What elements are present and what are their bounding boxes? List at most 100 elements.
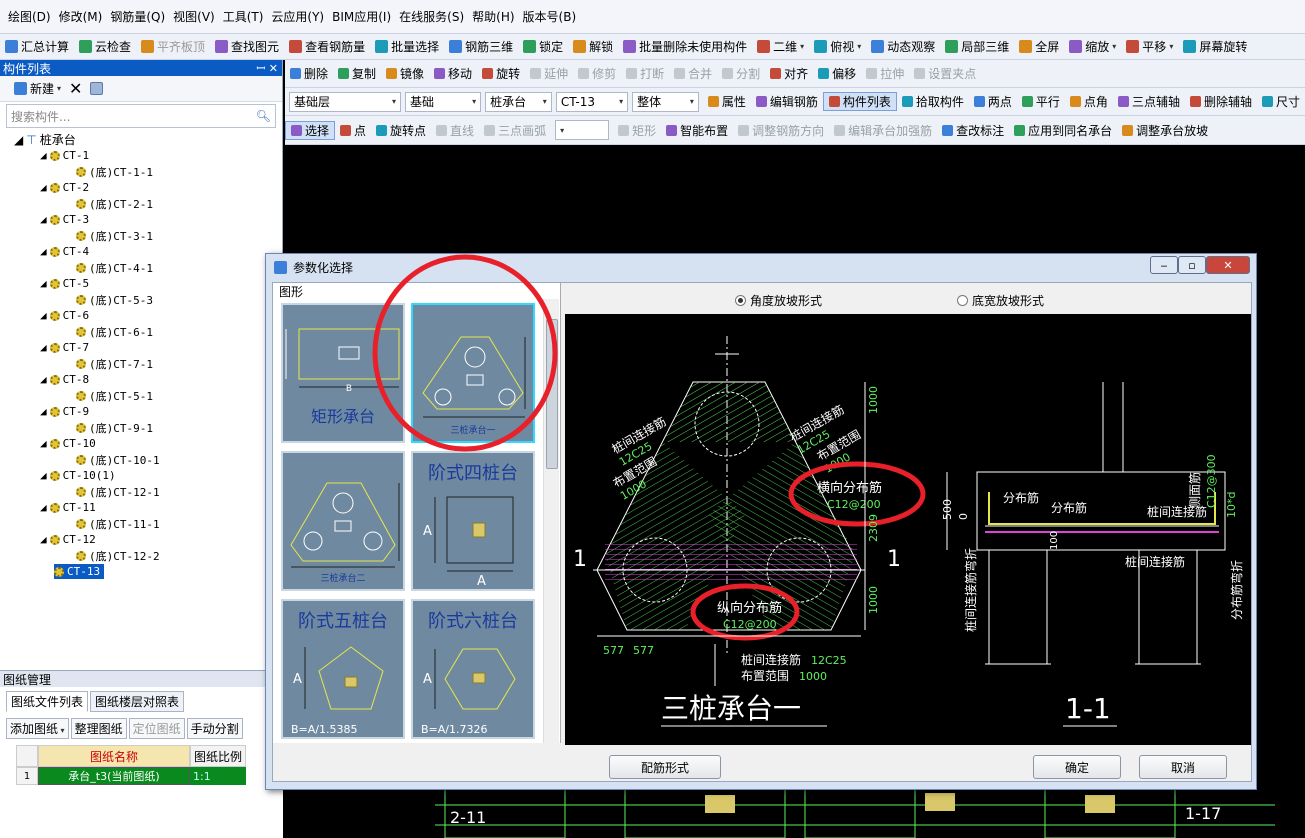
draw-button-7[interactable]: 调整钢筋方向 [733, 122, 829, 139]
toolbar-button-7[interactable]: 锁定 [518, 38, 568, 55]
edit-button-12[interactable]: 拉伸 [861, 65, 909, 82]
collapse-icon[interactable]: ◢ [40, 341, 47, 354]
toolbar-button-10[interactable]: 二维 ▾ [752, 38, 809, 55]
tree-child[interactable]: (底)CT-12-2 [76, 548, 160, 563]
menu-item-1[interactable]: 修改(M) [55, 8, 107, 25]
draw-button-10[interactable]: 应用到同名承台 [1009, 122, 1117, 139]
draw-button-1[interactable]: 点 [335, 122, 371, 139]
selector-button-6[interactable]: 点角 [1065, 92, 1113, 111]
edit-button-4[interactable]: 旋转 [477, 65, 525, 82]
close-button[interactable]: ✕ [1206, 256, 1250, 274]
toolbar-button-11[interactable]: 俯视 ▾ [809, 38, 866, 55]
selector-button-2[interactable]: 构件列表 [822, 92, 897, 111]
tree-item[interactable]: ◢ CT-7 [40, 340, 89, 355]
toolbar-button-6[interactable]: 钢筋三维 [444, 38, 518, 55]
drawing-button-1[interactable]: 整理图纸 [70, 718, 127, 739]
collapse-icon[interactable]: ◢ [40, 469, 47, 482]
tree-child[interactable]: (底)CT-3-1 [76, 228, 153, 243]
toolbar-button-13[interactable]: 局部三维 [940, 38, 1014, 55]
draw-button-6[interactable]: 智能布置 [661, 122, 733, 139]
pin-icon[interactable]: ꟷ ✕ [256, 61, 282, 76]
tile-stepped-five-pile[interactable]: 阶式五桩台 A B=A/1.5385 [281, 599, 405, 739]
ok-button[interactable]: 确定 [1033, 755, 1121, 779]
toolbar-button-5[interactable]: 批量选择 [370, 38, 444, 55]
radio-angle-slope[interactable]: 角度放坡形式 [735, 292, 822, 309]
collapse-icon[interactable]: ◢ [40, 309, 47, 322]
drawing-button-2[interactable]: 定位图纸 [128, 718, 185, 739]
drawing-button-3[interactable]: 手动分割 [186, 718, 243, 739]
tree-item[interactable]: ◢ CT-5 [40, 276, 89, 291]
edit-button-7[interactable]: 打断 [621, 65, 669, 82]
collapse-icon[interactable]: ◢ [40, 533, 47, 546]
collapse-icon[interactable]: ◢ [40, 405, 47, 418]
tree-item[interactable]: ◢ CT-9 [40, 404, 89, 419]
collapse-icon[interactable]: ◢ [40, 373, 47, 386]
tab-drawing-files[interactable]: 图纸文件列表 [6, 691, 89, 712]
search-icon[interactable]: 🔍︎ [256, 109, 271, 123]
draw-button-0[interactable]: 选择 [285, 120, 336, 140]
toolbar-button-4[interactable]: 查看钢筋量 [284, 38, 370, 55]
draw-button-9[interactable]: 查改标注 [937, 122, 1009, 139]
draw-button-2[interactable]: 旋转点 [371, 122, 431, 139]
rebar-form-button[interactable]: 配筋形式 [609, 755, 721, 779]
radio-width-slope[interactable]: 底宽放坡形式 [957, 292, 1044, 309]
tile-stepped-six-pile[interactable]: 阶式六桩台 A B=A/1.7326 [411, 599, 535, 739]
collapse-icon[interactable]: ◢ [40, 245, 47, 258]
menu-item-9[interactable]: 版本号(B) [519, 8, 581, 25]
menu-item-2[interactable]: 钢筋量(Q) [106, 8, 169, 25]
row-name[interactable]: 承台_t3(当前图纸) [38, 767, 190, 785]
tree-item[interactable]: ◢ CT-12 [40, 532, 96, 547]
edit-button-13[interactable]: 设置夹点 [909, 65, 981, 82]
tree-child[interactable]: (底)CT-2-1 [76, 196, 153, 211]
selector-button-8[interactable]: 删除辅轴 [1185, 92, 1257, 111]
delete-icon[interactable]: ✕ [69, 79, 82, 98]
draw-button-3[interactable]: 直线 [431, 122, 479, 139]
edit-button-8[interactable]: 合并 [669, 65, 717, 82]
arc-style-select[interactable]: ▾ [555, 120, 610, 140]
search-input[interactable]: 搜索构件... 🔍︎ [6, 104, 276, 128]
edit-button-11[interactable]: 偏移 [813, 65, 861, 82]
edit-button-0[interactable]: 删除 [285, 65, 333, 82]
tile-stepped-four-pile[interactable]: 阶式四桩台 A A [411, 451, 535, 591]
tree-item[interactable]: ◢ CT-11 [40, 500, 96, 515]
menu-item-4[interactable]: 工具(T) [219, 8, 268, 25]
cancel-button[interactable]: 取消 [1139, 755, 1227, 779]
maximize-button[interactable]: ▫ [1178, 256, 1206, 274]
toolbar-button-14[interactable]: 全屏 [1014, 38, 1064, 55]
tree-child[interactable]: (底)CT-6-1 [76, 324, 153, 339]
minimize-button[interactable]: ‒ [1150, 256, 1178, 274]
toolbar-button-15[interactable]: 缩放 ▾ [1064, 38, 1121, 55]
menu-item-8[interactable]: 帮助(H) [468, 8, 518, 25]
tree-child[interactable]: (底)CT-10-1 [76, 452, 160, 467]
selector-button-4[interactable]: 两点 [969, 92, 1017, 111]
edit-button-2[interactable]: 镜像 [381, 65, 429, 82]
tree-child[interactable]: (底)CT-4-1 [76, 260, 153, 275]
toolbar-button-17[interactable]: 屏幕旋转 [1178, 38, 1252, 55]
menu-item-7[interactable]: 在线服务(S) [395, 8, 468, 25]
tile-three-pile-two[interactable]: 三桩承台二 [281, 451, 405, 591]
tree-root[interactable]: ◢ ⊤ 桩承台 [14, 132, 76, 148]
draw-button-8[interactable]: 编辑承台加强筋 [829, 122, 937, 139]
element-select[interactable]: CT-13 ▾ [555, 91, 629, 112]
toolbar-button-12[interactable]: 动态观察 [866, 38, 940, 55]
collapse-icon[interactable]: ◢ [40, 149, 47, 162]
tree-item-selected[interactable]: CT-13 [54, 564, 105, 579]
new-component-button[interactable]: 新建 ▾ [14, 80, 61, 97]
toolbar-button-9[interactable]: 批量删除未使用构件 [618, 38, 752, 55]
selector-button-1[interactable]: 编辑钢筋 [751, 92, 823, 111]
tab-floor-mapping[interactable]: 图纸楼层对照表 [90, 691, 185, 712]
toolbar-button-1[interactable]: 云检查 [74, 38, 136, 55]
tree-item[interactable]: ◢ CT-3 [40, 212, 89, 227]
selector-button-3[interactable]: 拾取构件 [897, 92, 969, 111]
edit-button-9[interactable]: 分割 [717, 65, 765, 82]
collapse-icon[interactable]: ◢ [40, 501, 47, 514]
draw-button-11[interactable]: 调整承台放坡 [1117, 122, 1213, 139]
category-select[interactable]: 基础 ▾ [405, 91, 482, 112]
toolbar-button-0[interactable]: 汇总计算 [0, 38, 74, 55]
tree-child[interactable]: (底)CT-12-1 [76, 484, 160, 499]
tree-item[interactable]: ◢ CT-10 [40, 436, 96, 451]
toolbar-button-3[interactable]: 查找图元 [210, 38, 284, 55]
tree-child[interactable]: (底)CT-5-3 [76, 292, 153, 307]
floor-select[interactable]: 基础层 ▾ [289, 91, 402, 112]
row-scale[interactable]: 1:1 [190, 767, 246, 785]
